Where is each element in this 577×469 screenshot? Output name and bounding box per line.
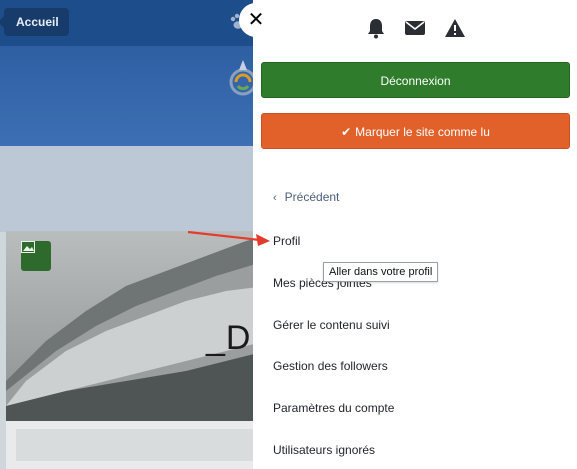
panel-icon-row <box>366 15 466 41</box>
profile-tooltip: Aller dans votre profil <box>323 262 439 282</box>
close-panel-button[interactable]: ✕ <box>239 3 273 37</box>
cover-photo-card: _D <box>6 231 266 421</box>
menu-item-account-settings[interactable]: Paramètres du compte <box>273 401 394 415</box>
home-breadcrumb-button[interactable]: Accueil <box>0 8 69 36</box>
annotation-arrow-icon <box>187 230 270 246</box>
image-icon[interactable] <box>21 241 51 271</box>
previous-link[interactable]: ‹ Précédent <box>273 190 339 204</box>
bell-icon[interactable] <box>366 17 386 39</box>
menu-item-profile[interactable]: Profil <box>273 234 300 248</box>
menu-item-ignored-users[interactable]: Utilisateurs ignorés <box>273 443 375 457</box>
mark-site-read-label: Marquer le site comme lu <box>355 125 490 139</box>
envelope-icon[interactable] <box>404 19 426 37</box>
cover-photo-footer-bar <box>16 429 266 461</box>
account-slideout-panel: Déconnexion ✔ Marquer le site comme lu ‹ P… <box>253 0 577 469</box>
menu-item-followed-content[interactable]: Gérer le contenu suivi <box>273 318 390 332</box>
previous-link-label: Précédent <box>284 190 340 204</box>
checkmark-icon: ✔ <box>341 125 352 139</box>
mark-site-read-button[interactable]: ✔ Marquer le site comme lu <box>261 113 570 149</box>
warning-icon[interactable] <box>444 18 466 38</box>
cover-photo-title: _D <box>206 319 252 357</box>
logout-button[interactable]: Déconnexion <box>261 62 570 98</box>
cover-photo-footer <box>6 421 266 469</box>
menu-item-followers[interactable]: Gestion des followers <box>273 359 388 373</box>
chevron-left-icon: ‹ <box>273 192 277 204</box>
